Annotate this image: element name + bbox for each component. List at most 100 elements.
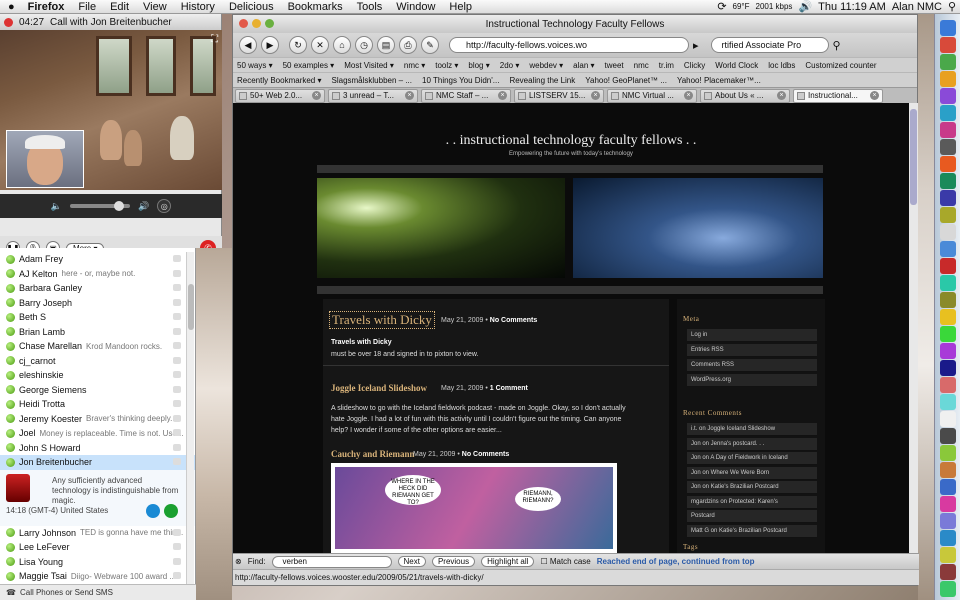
- bookmark-item[interactable]: toolz ▾: [435, 61, 458, 70]
- call-phones-link[interactable]: ☎ Call Phones or Send SMS: [0, 584, 196, 600]
- contact-row[interactable]: Larry Johnson TED is gonna have me thin..…: [0, 526, 195, 541]
- post-title-travels-with-dicky[interactable]: Travels with Dicky: [329, 311, 435, 329]
- contact-row[interactable]: Brian Lamb: [0, 325, 195, 340]
- recent-comment-link[interactable]: Jon on Katie's Brazilian Postcard: [687, 481, 817, 494]
- browser-tab[interactable]: NMC Virtual ... ×: [607, 88, 697, 103]
- meta-link[interactable]: WordPress.org: [687, 374, 817, 387]
- dock-app-icon[interactable]: [940, 71, 956, 87]
- dock-app-icon[interactable]: [940, 241, 956, 257]
- user-menu[interactable]: Alan NMC: [892, 1, 942, 13]
- dock-app-icon[interactable]: [940, 564, 956, 580]
- contact-row[interactable]: Barry Joseph: [0, 296, 195, 311]
- bookmark-item[interactable]: alan ▾: [573, 61, 594, 70]
- dock-app-icon[interactable]: [940, 156, 956, 172]
- search-icon[interactable]: ⚲: [833, 39, 841, 52]
- dock-app-icon[interactable]: [940, 309, 956, 325]
- bookmark-item[interactable]: Most Visited ▾: [344, 61, 394, 70]
- menu-file[interactable]: File: [71, 1, 103, 13]
- recent-comment-link[interactable]: Jon on Jenna's postcard. . .: [687, 437, 817, 451]
- close-tab-icon[interactable]: ×: [591, 91, 600, 100]
- browser-tab[interactable]: Instructional... ×: [793, 88, 883, 103]
- dock-app-icon[interactable]: [940, 411, 956, 427]
- contact-row[interactable]: Lisa Young: [0, 555, 195, 570]
- menu-help[interactable]: Help: [442, 1, 479, 13]
- volume-icon[interactable]: 🔊: [798, 0, 812, 13]
- bookmark-item[interactable]: blog ▾: [468, 61, 489, 70]
- find-input[interactable]: verben: [271, 555, 392, 568]
- recent-comment-link[interactable]: i.t. on Joggle Iceland Slideshow: [687, 423, 817, 436]
- menu-view[interactable]: View: [136, 1, 174, 13]
- dock-app-icon[interactable]: [940, 258, 956, 274]
- recent-comment-link[interactable]: Matt G on Katie's Brazilian Postcard: [687, 524, 817, 538]
- menu-bookmarks[interactable]: Bookmarks: [281, 1, 350, 13]
- bookmark-item[interactable]: tr.im: [659, 61, 674, 70]
- meta-link[interactable]: Log in: [687, 329, 817, 342]
- dock-app-icon[interactable]: [940, 20, 956, 36]
- contact-row[interactable]: Lee LeFever: [0, 540, 195, 555]
- dock-app-icon[interactable]: [940, 581, 956, 597]
- close-tab-icon[interactable]: ×: [312, 91, 321, 100]
- menu-app-firefox[interactable]: Firefox: [21, 1, 72, 13]
- dock-app-icon[interactable]: [940, 343, 956, 359]
- contact-row[interactable]: cj_carnot: [0, 354, 195, 369]
- bookmark-item[interactable]: nmc: [634, 61, 649, 70]
- menu-tools[interactable]: Tools: [350, 1, 390, 13]
- meta-link[interactable]: Comments RSS: [687, 359, 817, 372]
- dock-app-icon[interactable]: [940, 37, 956, 53]
- go-arrow-icon[interactable]: ▸: [693, 39, 699, 52]
- bookmark-item[interactable]: Recently Bookmarked ▾: [237, 76, 322, 85]
- tag-icon[interactable]: ✎: [421, 36, 439, 54]
- bookmark-item[interactable]: loc ldbs: [768, 61, 795, 70]
- contact-row[interactable]: Adam Frey: [0, 252, 195, 267]
- meta-link[interactable]: Entries RSS: [687, 344, 817, 357]
- close-window-icon[interactable]: [4, 17, 13, 27]
- comments-link[interactable]: 1 Comment: [490, 385, 528, 392]
- close-window-icon[interactable]: [239, 19, 248, 28]
- screenshot-tool-icon[interactable]: ▤: [377, 36, 395, 54]
- recent-comment-link[interactable]: Postcard: [687, 510, 817, 523]
- bookmark-item[interactable]: Yahoo! GeoPlanet™ ...: [585, 76, 667, 85]
- page-scrollbar[interactable]: [909, 103, 918, 553]
- dock-app-icon[interactable]: [940, 428, 956, 444]
- bookmark-item[interactable]: 2do ▾: [500, 61, 520, 70]
- dock-app-icon[interactable]: [940, 462, 956, 478]
- contact-row[interactable]: John S Howard: [0, 441, 195, 456]
- dock-app-icon[interactable]: [940, 445, 956, 461]
- recent-comment-link[interactable]: Jon on Where We Were Born: [687, 466, 817, 480]
- menu-delicious[interactable]: Delicious: [222, 1, 281, 13]
- dock-app-icon[interactable]: [940, 394, 956, 410]
- browser-tab[interactable]: About Us « ... ×: [700, 88, 790, 103]
- bookmark-item[interactable]: webdev ▾: [529, 61, 563, 70]
- contact-row[interactable]: Jeremy Koester Braver's thinking deeply..…: [0, 412, 195, 427]
- dock-app-icon[interactable]: [940, 207, 956, 223]
- dock-app-icon[interactable]: [940, 173, 956, 189]
- bookmark-item[interactable]: 50 examples ▾: [283, 61, 335, 70]
- dock-app-icon[interactable]: [940, 530, 956, 546]
- dock-app-icon[interactable]: [940, 122, 956, 138]
- history-button[interactable]: ◷: [355, 36, 373, 54]
- dock-app-icon[interactable]: [940, 547, 956, 563]
- dock-app-icon[interactable]: [940, 292, 956, 308]
- dock-app-icon[interactable]: [940, 513, 956, 529]
- dock-app-icon[interactable]: [940, 54, 956, 70]
- spotlight-search-icon[interactable]: ⚲: [948, 0, 956, 13]
- browser-tab[interactable]: NMC Staff – ... ×: [421, 88, 511, 103]
- clock[interactable]: Thu 11:19 AM: [818, 1, 886, 13]
- post-title-cauchy[interactable]: Cauchy and Riemann: [331, 449, 415, 459]
- video-call-contact-icon[interactable]: [146, 503, 160, 518]
- browser-tab[interactable]: 3 unread – T... ×: [328, 88, 418, 103]
- dock-app-icon[interactable]: [940, 139, 956, 155]
- close-tab-icon[interactable]: ×: [498, 91, 507, 100]
- highlight-all-button[interactable]: Highlight all: [481, 556, 535, 567]
- dock-app-icon[interactable]: [940, 326, 956, 342]
- contact-row[interactable]: George Siemens: [0, 383, 195, 398]
- contact-row[interactable]: Barbara Ganley: [0, 281, 195, 296]
- url-bar[interactable]: http://faculty-fellows.voices.wo: [449, 37, 689, 53]
- contact-row[interactable]: Heidi Trotta: [0, 397, 195, 412]
- self-video-preview[interactable]: [6, 130, 84, 188]
- volume-slider[interactable]: [70, 201, 130, 211]
- menu-edit[interactable]: Edit: [103, 1, 136, 13]
- bookmark-item[interactable]: 50 ways ▾: [237, 61, 273, 70]
- contact-row[interactable]: Beth S: [0, 310, 195, 325]
- bookmark-item[interactable]: Customized counter: [805, 61, 876, 70]
